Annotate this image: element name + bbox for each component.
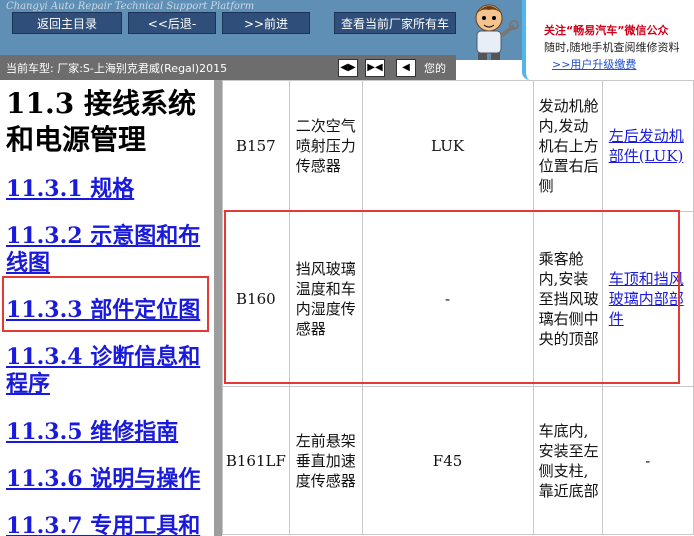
home-button[interactable]: 返回主目录 — [12, 12, 122, 34]
component-view-link[interactable]: 左后发动机部件(LUK) — [609, 127, 684, 165]
forward-button[interactable]: >>前进 — [222, 12, 310, 34]
component-connector: LUK — [361, 80, 534, 212]
current-car-bar: 当前车型: 厂家:S-上海别克君威(Regal)2015 ◀▶ ▶◀ ◀ 您的 — [0, 55, 456, 80]
component-code: B157 — [222, 80, 290, 212]
expand-icon[interactable]: ◀▶ — [338, 59, 358, 77]
component-view-link-cell: 左后发动机部件(LUK) — [601, 80, 694, 212]
brand-text: Changyi Auto Repair Technical Support Pl… — [6, 1, 255, 12]
component-connector: F45 — [361, 386, 534, 535]
upgrade-link[interactable]: >>用户升级缴费 — [552, 56, 636, 72]
component-location: 车底内,安装至左侧支柱,靠近底部 — [532, 386, 603, 535]
left-arrow-icon[interactable]: ◀ — [396, 59, 416, 77]
promo-subtitle: 随时,随地手机查阅维修资料 — [544, 41, 680, 54]
back-button[interactable]: <<后退- — [128, 12, 216, 34]
promo-title: 关注“畅易汽车”微信公众 — [544, 24, 669, 37]
highlight-box-toc — [2, 276, 209, 332]
frame-divider[interactable] — [214, 80, 222, 536]
component-code: B161LF — [222, 386, 290, 535]
toc-link-diagnostics[interactable]: 11.3.4 诊断信息和程序 — [6, 344, 206, 398]
section-title: 11.3 接线系统和电源管理 — [6, 87, 196, 156]
component-name: 左前悬架垂直加速度传感器 — [288, 386, 363, 535]
user-text: 您的 — [424, 62, 446, 75]
wechat-promo: 关注“畅易汽车”微信公众 随时,随地手机查阅维修资料 >>用户升级缴费 — [522, 0, 694, 80]
toc-link-schematics[interactable]: 11.3.2 示意图和布线图 — [6, 223, 206, 277]
toc-link-special-tools[interactable]: 11.3.7 专用工具和 — [6, 513, 206, 536]
component-view-link-cell: - — [601, 386, 694, 535]
table-row: B161LF 左前悬架垂直加速度传感器 F45 车底内,安装至左侧支柱,靠近底部… — [222, 386, 694, 535]
current-car-label: 当前车型: 厂家:S-上海别克君威(Regal)2015 — [6, 62, 228, 75]
collapse-icon[interactable]: ▶◀ — [365, 59, 385, 77]
toc-link-description[interactable]: 11.3.6 说明与操作 — [6, 466, 206, 493]
toc-link-specs[interactable]: 11.3.1 规格 — [6, 176, 206, 203]
view-all-cars-button[interactable]: 查看当前厂家所有车 — [334, 12, 456, 34]
toc-link-repair-guide[interactable]: 11.3.5 维修指南 — [6, 419, 206, 446]
component-location: 发动机舱内,发动机右上方位置右后侧 — [532, 80, 603, 212]
component-name: 二次空气喷射压力传感器 — [288, 80, 363, 212]
table-row: B157 二次空气喷射压力传感器 LUK 发动机舱内,发动机右上方位置右后侧 左… — [222, 80, 694, 212]
highlight-box-row — [224, 210, 680, 384]
mascot-icon — [456, 0, 522, 60]
